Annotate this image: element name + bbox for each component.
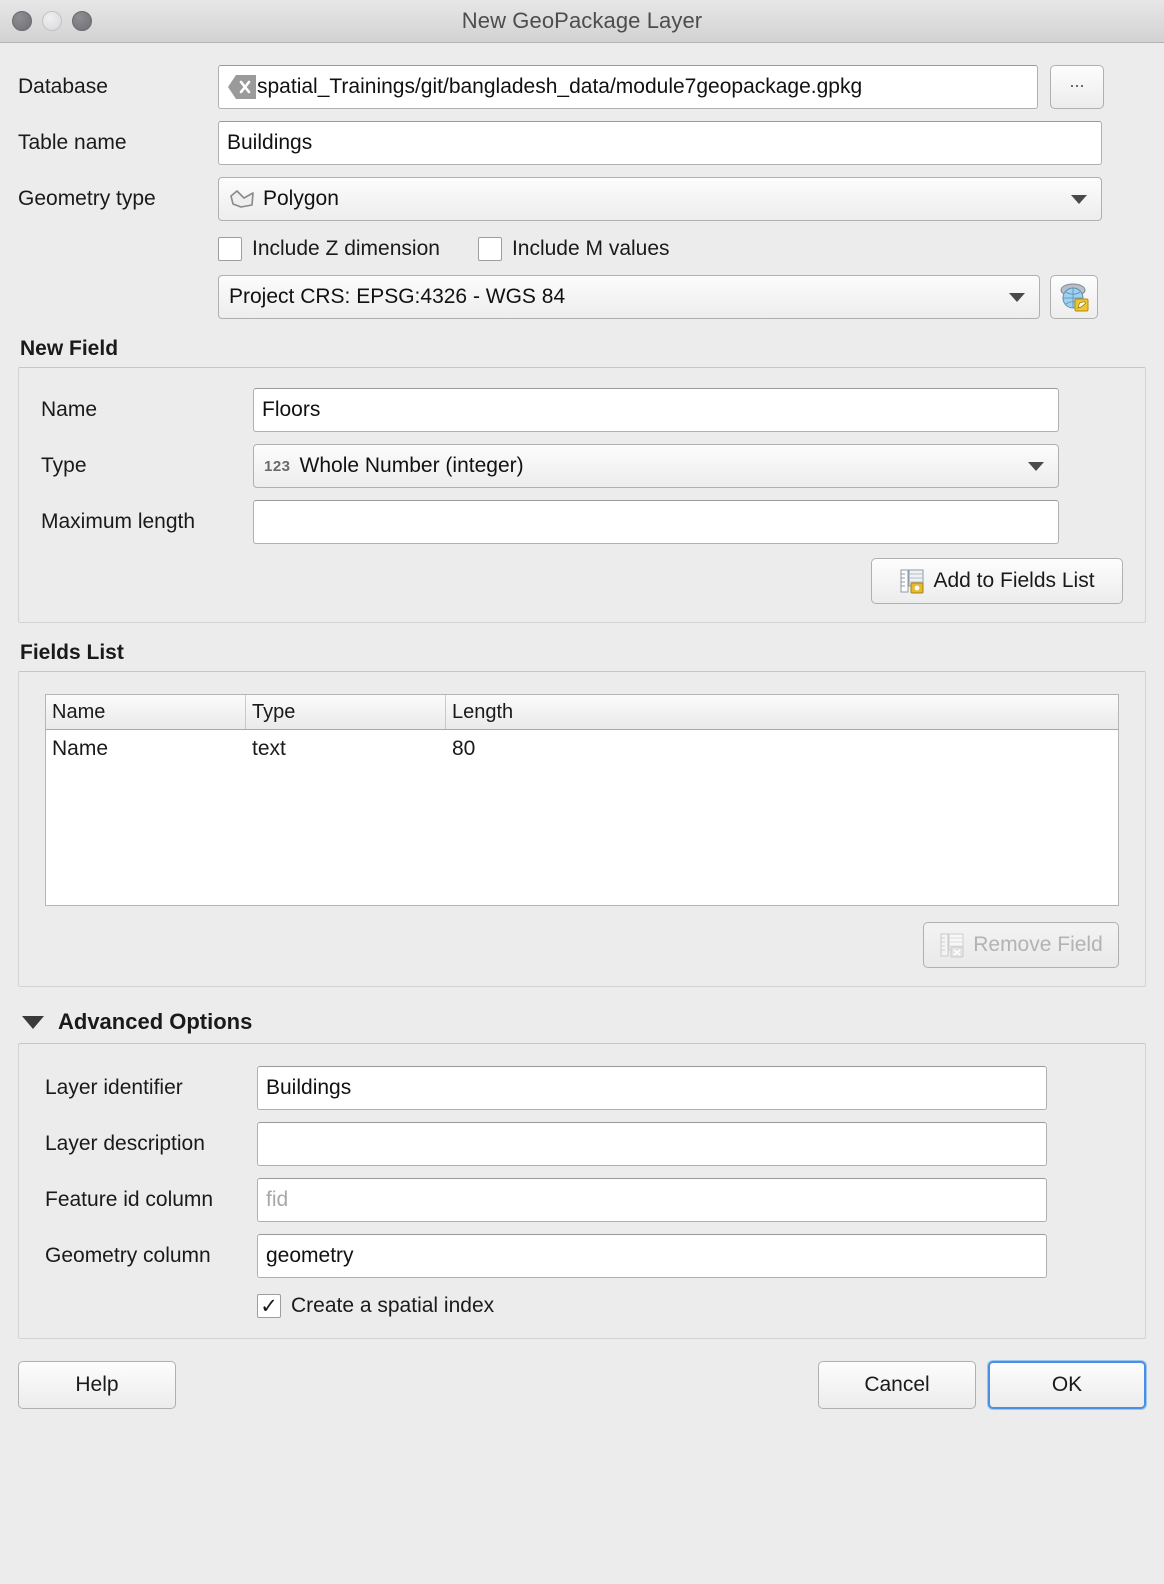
table-name-label: Table name <box>18 131 127 154</box>
geometry-column-input[interactable]: geometry <box>257 1234 1047 1278</box>
close-button[interactable] <box>12 11 32 31</box>
spatial-index-label: Create a spatial index <box>291 1294 495 1317</box>
dimension-options-row: Include Z dimension Include M values <box>18 237 1146 261</box>
fields-list-title: Fields List <box>20 641 124 664</box>
layer-identifier-value: Buildings <box>266 1076 352 1099</box>
new-field-title: New Field <box>20 337 119 360</box>
crs-combo[interactable]: Project CRS: EPSG:4326 - WGS 84 <box>218 275 1040 319</box>
layer-identifier-label: Layer identifier <box>45 1076 183 1099</box>
feature-id-column-label: Feature id column <box>45 1188 214 1211</box>
include-m-label: Include M values <box>511 237 670 260</box>
cell-type: text <box>252 737 286 760</box>
help-button[interactable]: Help <box>18 1361 176 1409</box>
add-to-fields-list-label: Add to Fields List <box>933 569 1095 592</box>
cell-length: 80 <box>452 737 476 760</box>
crs-select-button[interactable] <box>1050 275 1098 319</box>
crs-value: Project CRS: EPSG:4326 - WGS 84 <box>229 285 566 308</box>
help-label: Help <box>75 1373 119 1396</box>
new-field-type-combo[interactable]: 123 Whole Number (integer) <box>253 444 1059 488</box>
chevron-down-icon <box>1071 194 1087 204</box>
include-m-checkbox[interactable]: Include M values <box>477 237 670 261</box>
cell-name: Name <box>52 737 109 760</box>
include-z-box[interactable] <box>218 237 242 261</box>
geometry-column-value: geometry <box>266 1244 354 1267</box>
table-row[interactable]: Name text 80 <box>46 730 1118 768</box>
chevron-down-icon <box>1009 292 1025 302</box>
column-header-length[interactable]: Length <box>446 695 1118 729</box>
new-field-maxlength-input[interactable] <box>253 500 1059 544</box>
geometry-column-label: Geometry column <box>45 1244 211 1267</box>
fields-table[interactable]: Name Type Length Name text 80 <box>45 694 1119 906</box>
new-field-maxlength-label: Maximum length <box>41 510 196 533</box>
crs-row: Project CRS: EPSG:4326 - WGS 84 <box>18 275 1146 319</box>
chevron-down-icon <box>1028 461 1044 471</box>
include-z-label: Include Z dimension <box>252 237 440 260</box>
column-header-name[interactable]: Name <box>46 695 246 729</box>
database-input[interactable]: spatial_Trainings/git/bangladesh_data/mo… <box>218 65 1038 109</box>
geometry-type-row: Geometry type Polygon <box>18 177 1146 221</box>
layer-description-input[interactable] <box>257 1122 1047 1166</box>
advanced-options-group: Layer identifier Buildings Layer descrip… <box>18 1043 1146 1339</box>
database-browse-button[interactable]: ... <box>1050 65 1104 109</box>
table-name-input[interactable]: Buildings <box>218 121 1102 165</box>
layer-identifier-row: Layer identifier Buildings <box>45 1066 1119 1110</box>
database-value: spatial_Trainings/git/bangladesh_data/mo… <box>257 75 863 98</box>
geometry-type-label: Geometry type <box>18 187 156 210</box>
spatial-index-row: ✓ Create a spatial index <box>45 1294 1119 1318</box>
include-m-box[interactable] <box>477 237 502 261</box>
title-bar: New GeoPackage Layer <box>0 0 1164 43</box>
layer-identifier-input[interactable]: Buildings <box>257 1066 1047 1110</box>
fields-table-header: Name Type Length <box>46 695 1118 730</box>
feature-id-column-row: Feature id column fid <box>45 1178 1119 1222</box>
table-name-value: Buildings <box>227 131 313 154</box>
remove-field-label: Remove Field <box>973 933 1103 956</box>
new-field-maxlength-row: Maximum length <box>41 500 1123 544</box>
database-row: Database spatial_Trainings/git/banglades… <box>18 65 1146 109</box>
add-field-icon <box>900 569 924 594</box>
new-field-type-value: Whole Number (integer) <box>299 454 524 477</box>
remove-field-icon <box>940 933 964 958</box>
advanced-options-title: Advanced Options <box>58 1009 253 1034</box>
new-field-group: Name Floors Type 123 Whole Number (integ… <box>18 367 1146 623</box>
database-label: Database <box>18 75 108 98</box>
cancel-button[interactable]: Cancel <box>818 1361 976 1409</box>
fields-list-group: Name Type Length Name text 80 Remove Fie… <box>18 671 1146 987</box>
feature-id-column-placeholder: fid <box>266 1188 289 1211</box>
ok-button[interactable]: OK <box>988 1361 1146 1409</box>
window-controls <box>12 11 92 31</box>
advanced-options-header[interactable]: Advanced Options <box>22 1009 1146 1035</box>
clear-icon[interactable] <box>227 73 257 101</box>
add-to-fields-list-button[interactable]: Add to Fields List <box>871 558 1123 604</box>
layer-description-row: Layer description <box>45 1122 1119 1166</box>
123-icon: 123 <box>264 457 291 475</box>
new-field-name-value: Floors <box>262 398 321 421</box>
database-browse-label: ... <box>1069 70 1085 91</box>
new-field-type-label: Type <box>41 454 87 477</box>
column-header-type[interactable]: Type <box>246 695 446 729</box>
new-field-name-label: Name <box>41 398 98 421</box>
remove-field-button[interactable]: Remove Field <box>923 922 1119 968</box>
table-name-row: Table name Buildings <box>18 121 1146 165</box>
triangle-down-icon[interactable] <box>22 1015 44 1029</box>
footer-buttons: Help Cancel OK <box>0 1361 1164 1409</box>
minimize-button[interactable] <box>42 11 62 31</box>
new-field-name-input[interactable]: Floors <box>253 388 1059 432</box>
layer-description-label: Layer description <box>45 1132 205 1155</box>
window-title: New GeoPackage Layer <box>461 8 703 33</box>
polygon-icon <box>230 190 254 208</box>
new-field-type-row: Type 123 Whole Number (integer) <box>41 444 1123 488</box>
spatial-index-box[interactable]: ✓ <box>257 1294 281 1318</box>
ok-label: OK <box>1051 1373 1083 1396</box>
zoom-button[interactable] <box>72 11 92 31</box>
dialog-body: Database spatial_Trainings/git/banglades… <box>0 65 1164 1339</box>
globe-edit-icon <box>1060 283 1089 312</box>
include-z-checkbox[interactable]: Include Z dimension <box>218 237 440 261</box>
geometry-type-combo[interactable]: Polygon <box>218 177 1102 221</box>
new-field-name-row: Name Floors <box>41 388 1123 432</box>
geometry-column-row: Geometry column geometry <box>45 1234 1119 1278</box>
cancel-label: Cancel <box>864 1373 930 1396</box>
spatial-index-checkbox[interactable]: ✓ Create a spatial index <box>257 1294 494 1318</box>
feature-id-column-input[interactable]: fid <box>257 1178 1047 1222</box>
geometry-type-value: Polygon <box>263 187 339 210</box>
